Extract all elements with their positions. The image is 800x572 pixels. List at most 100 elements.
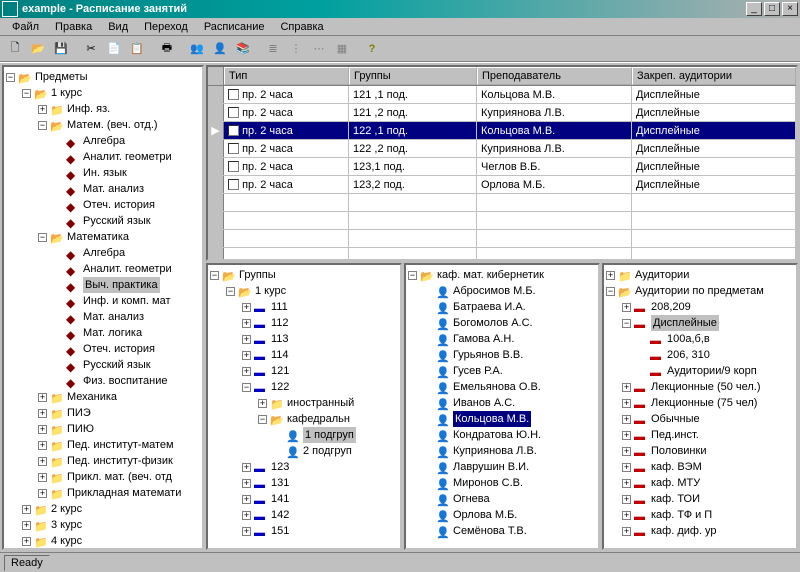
expand-icon[interactable]: + — [22, 505, 31, 514]
tree-node[interactable]: +каф. ТОИ — [606, 491, 794, 507]
minimize-button[interactable]: _ — [746, 2, 762, 16]
expand-icon[interactable]: + — [22, 537, 31, 546]
tree-node[interactable]: +каф. ТФ и П — [606, 507, 794, 523]
tree-node[interactable]: +Половинки — [606, 443, 794, 459]
expand-icon[interactable]: + — [242, 511, 251, 520]
menu-help[interactable]: Справка — [272, 19, 331, 35]
expand-icon[interactable]: + — [622, 511, 631, 520]
col-type[interactable]: Тип — [224, 67, 349, 85]
expand-icon[interactable]: + — [622, 527, 631, 536]
tree-node[interactable]: +131 — [210, 475, 398, 491]
tree-node[interactable]: +142 — [210, 507, 398, 523]
tree-node[interactable]: −Матем. (веч. отд.) — [6, 117, 200, 133]
tree-node[interactable]: −1 курс — [6, 85, 200, 101]
expand-icon[interactable]: − — [6, 73, 15, 82]
tree-node[interactable]: +Прикладная математи — [6, 485, 200, 501]
tree-node[interactable]: +Механика — [6, 389, 200, 405]
help-button[interactable]: ? — [361, 38, 383, 60]
expand-icon[interactable]: − — [622, 319, 631, 328]
tree-node[interactable]: Алгебра — [6, 133, 200, 149]
tree-node[interactable]: −122 — [210, 379, 398, 395]
expand-icon[interactable]: − — [38, 121, 47, 130]
tree-node[interactable]: Кондратова Ю.Н. — [408, 427, 596, 443]
menu-file[interactable]: Файл — [4, 19, 47, 35]
expand-icon[interactable]: − — [226, 287, 235, 296]
tree-node[interactable]: Аналит. геометри — [6, 261, 200, 277]
tree-node[interactable]: Емельянова О.В. — [408, 379, 596, 395]
tree-node[interactable]: Абросимов М.Б. — [408, 283, 596, 299]
tree-node[interactable]: Гусев Р.А. — [408, 363, 596, 379]
tree-node[interactable]: +Лекционные (75 чел) — [606, 395, 794, 411]
tree-node[interactable]: Инф. и комп. мат — [6, 293, 200, 309]
checkbox[interactable] — [228, 143, 239, 154]
tool-d[interactable]: ▦ — [331, 38, 353, 60]
tree-node[interactable]: +каф. ВЭМ — [606, 459, 794, 475]
tree-node[interactable]: −Математика — [6, 229, 200, 245]
tree-node[interactable]: +каф. диф. ур — [606, 523, 794, 539]
expand-icon[interactable]: + — [242, 463, 251, 472]
expand-icon[interactable]: + — [38, 473, 47, 482]
table-row[interactable]: пр. 2 часа121 ,1 под.Кольцова М.В.Диспле… — [208, 86, 796, 104]
tree-node[interactable]: Мат. анализ — [6, 181, 200, 197]
tree-node[interactable]: Лаврушин В.И. — [408, 459, 596, 475]
table-row[interactable]: пр. 2 часа123,2 под.Орлова М.Б.Дисплейны… — [208, 176, 796, 194]
tree-node[interactable]: Орлова М.Б. — [408, 507, 596, 523]
tree-node[interactable]: 1 подгруп — [210, 427, 398, 443]
paste-button[interactable]: 📋 — [126, 38, 148, 60]
expand-icon[interactable]: + — [622, 415, 631, 424]
table-row[interactable]: пр. 2 часа122 ,2 под.Куприянова Л.В.Дисп… — [208, 140, 796, 158]
table-row[interactable]: пр. 2 часа123,1 под.Чеглов В.Б.Дисплейны… — [208, 158, 796, 176]
tree-node[interactable]: +121 — [210, 363, 398, 379]
expand-icon[interactable]: + — [242, 351, 251, 360]
tree-node[interactable]: Мат. логика — [6, 325, 200, 341]
tree-node[interactable]: +113 — [210, 331, 398, 347]
expand-icon[interactable]: + — [38, 441, 47, 450]
tree-node[interactable]: −каф. мат. кибернетик — [408, 267, 596, 283]
checkbox[interactable] — [228, 107, 239, 118]
tree-node[interactable]: −1 курс — [210, 283, 398, 299]
tree-node[interactable]: +каф. МТУ — [606, 475, 794, 491]
tree-node[interactable]: +4 курс — [6, 533, 200, 549]
tree-node[interactable]: Семёнова Т.В. — [408, 523, 596, 539]
tree-node[interactable]: +112 — [210, 315, 398, 331]
expand-icon[interactable]: + — [622, 479, 631, 488]
tree-node[interactable]: Ин. язык — [6, 165, 200, 181]
tool-c[interactable]: ⋯ — [308, 38, 330, 60]
tree-node[interactable]: Гурьянов В.В. — [408, 347, 596, 363]
table-row[interactable]: пр. 2 часа121 ,2 под.Куприянова Л.В.Дисп… — [208, 104, 796, 122]
open-button[interactable]: 📂 — [27, 38, 49, 60]
tree-node[interactable]: +Аудитории — [606, 267, 794, 283]
tree-node[interactable]: Куприянова Л.В. — [408, 443, 596, 459]
expand-icon[interactable]: + — [38, 105, 47, 114]
tree-node[interactable]: +114 — [210, 347, 398, 363]
tree-node[interactable]: −Аудитории по предметам — [606, 283, 794, 299]
tree-node[interactable]: 2 подгруп — [210, 443, 398, 459]
col-rooms[interactable]: Закреп. аудитории — [632, 67, 796, 85]
tree-node[interactable]: +иностранный — [210, 395, 398, 411]
menu-schedule[interactable]: Расписание — [196, 19, 273, 35]
tree-node[interactable]: Миронов С.В. — [408, 475, 596, 491]
tree-node[interactable]: −Предметы — [6, 69, 200, 85]
checkbox[interactable] — [228, 89, 239, 100]
tree-node[interactable]: +2 курс — [6, 501, 200, 517]
tree-node[interactable]: Выч. практика — [6, 277, 200, 293]
expand-icon[interactable]: + — [622, 447, 631, 456]
tree-node[interactable]: Мат. анализ — [6, 309, 200, 325]
expand-icon[interactable]: + — [242, 335, 251, 344]
tree-node[interactable]: Русский язык — [6, 357, 200, 373]
expand-icon[interactable]: + — [622, 399, 631, 408]
expand-icon[interactable]: + — [622, 431, 631, 440]
tree-node[interactable]: +111 — [210, 299, 398, 315]
save-button[interactable]: 💾 — [50, 38, 72, 60]
expand-icon[interactable]: + — [242, 367, 251, 376]
expand-icon[interactable]: + — [606, 271, 615, 280]
tree-node[interactable]: +Инф. яз. — [6, 101, 200, 117]
tree-node[interactable]: −Группы — [210, 267, 398, 283]
tree-node[interactable]: Огнева — [408, 491, 596, 507]
tree-node[interactable]: +123 — [210, 459, 398, 475]
tree-node[interactable]: +3 курс — [6, 517, 200, 533]
expand-icon[interactable]: − — [38, 233, 47, 242]
expand-icon[interactable]: − — [22, 89, 31, 98]
expand-icon[interactable]: − — [606, 287, 615, 296]
tree-node[interactable]: Алгебра — [6, 245, 200, 261]
